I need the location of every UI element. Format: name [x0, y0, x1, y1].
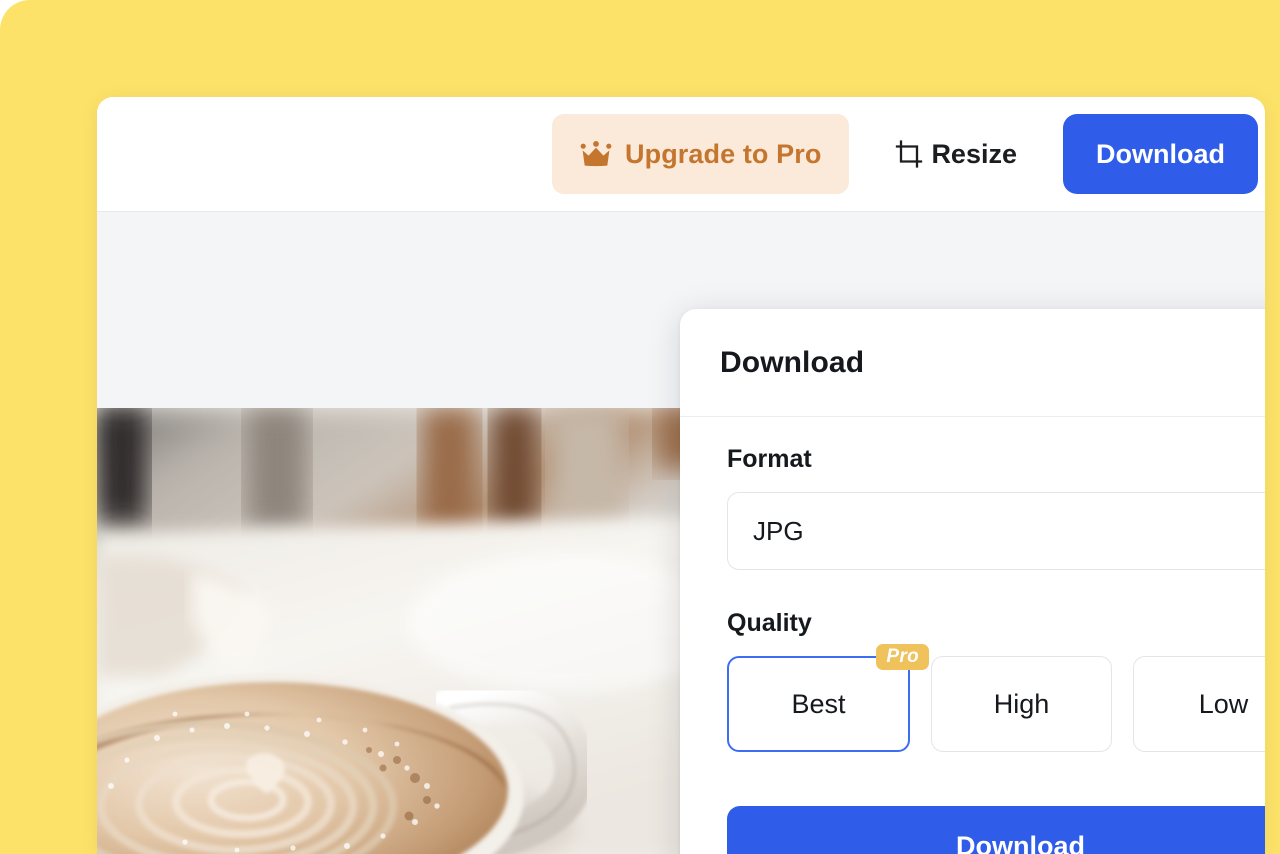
format-select-value: JPG — [753, 515, 804, 546]
modal-title: Download — [720, 345, 865, 379]
quality-option-high[interactable]: High — [931, 656, 1112, 752]
quality-option-best[interactable]: Best Pro — [727, 644, 929, 752]
chevron-down-icon — [1263, 518, 1265, 544]
quality-option-best-label: Best — [791, 688, 846, 719]
format-label: Format — [727, 445, 812, 473]
page-root: Upgrade to Pro Resize Download Download … — [0, 0, 1280, 854]
modal-body: Format JPG Quality Best Pro High Low Dow… — [680, 417, 1265, 854]
app-window: Upgrade to Pro Resize Download Download … — [97, 97, 1265, 854]
quality-option-low[interactable]: Low — [1133, 656, 1265, 752]
toolbar-download-button[interactable]: Download — [1063, 114, 1258, 194]
resize-label: Resize — [931, 138, 1017, 169]
crop-icon — [895, 140, 923, 168]
modal-header: Download — [680, 309, 1265, 417]
quality-options: Best Pro High Low — [727, 644, 1265, 752]
pro-badge: Pro — [876, 644, 929, 670]
format-select[interactable]: JPG — [727, 492, 1265, 570]
modal-download-button[interactable]: Download — [727, 806, 1265, 854]
crown-icon — [580, 141, 612, 167]
quality-option-low-label: Low — [1198, 688, 1249, 719]
download-modal: Download Format JPG Quality Best Pro Hig… — [680, 309, 1265, 854]
quality-option-high-label: High — [993, 688, 1050, 719]
upgrade-to-pro-button[interactable]: Upgrade to Pro — [552, 114, 850, 194]
coffee-photo — [97, 408, 703, 854]
quality-label: Quality — [727, 609, 812, 637]
resize-button[interactable]: Resize — [871, 124, 1041, 184]
toolbar: Upgrade to Pro Resize Download — [97, 97, 1265, 212]
upgrade-to-pro-label: Upgrade to Pro — [625, 138, 822, 169]
